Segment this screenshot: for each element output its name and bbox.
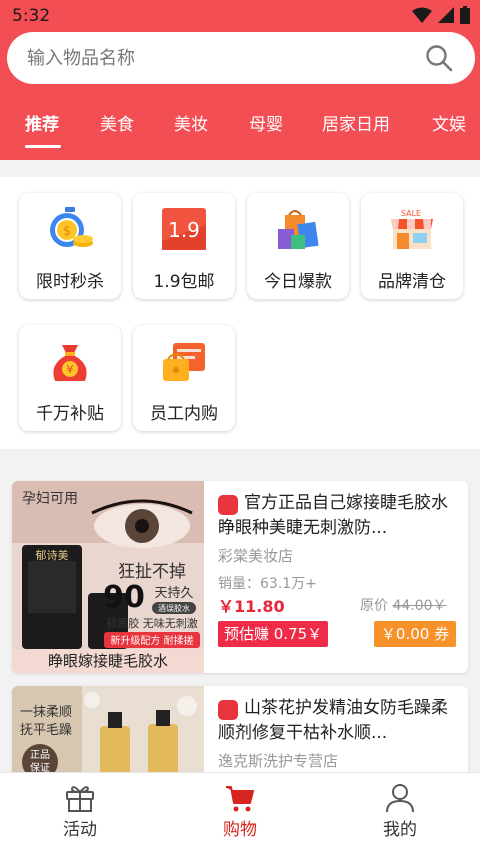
estimated-earn-badge: 预估赚 0.75￥ — [218, 621, 329, 647]
product-card[interactable]: 孕妇可用 郁诗美 狂扯不掉 90 天持久 酒误胶水 软黑胶 无味无刺激 新升级配… — [12, 481, 468, 673]
yuan-text: ¥ — [67, 363, 74, 376]
search-icon[interactable] — [425, 44, 453, 72]
image-pill-text: 酒误胶水 — [158, 603, 190, 613]
sales-count: 销量：63.1万+ — [218, 576, 317, 592]
category-grid: $ 限时秒杀 1.9 1.9包邮 今日爆款 SALE 品牌清仓 ¥ 千万补贴 员… — [0, 177, 480, 449]
original-price-label: 原价 — [360, 598, 388, 614]
cart-icon — [226, 786, 254, 812]
image-line2-text: 抚平毛躁 — [20, 723, 72, 738]
nav-label: 我的 — [383, 820, 417, 840]
category-employee-purchase[interactable]: 员工内购 — [133, 325, 235, 431]
original-price-value: 44.00￥ — [392, 598, 447, 614]
image-days-text: 天持久 — [154, 586, 193, 601]
wallet-icon — [163, 343, 205, 381]
tab-recommend[interactable]: 推荐 — [25, 110, 59, 135]
image-headline-text: 狂扯不掉 — [118, 562, 186, 582]
category-label: 今日爆款 — [264, 272, 332, 292]
user-icon — [386, 784, 414, 813]
nav-shopping[interactable]: 购物 — [160, 773, 320, 853]
category-label: 品牌清仓 — [378, 272, 446, 292]
category-label: 员工内购 — [150, 404, 218, 424]
shop-name[interactable]: 彩棠美妆店 — [218, 545, 293, 566]
category-subsidy[interactable]: ¥ 千万补贴 — [19, 325, 121, 431]
tab-beauty[interactable]: 美妆 — [174, 110, 208, 135]
product-image[interactable]: 孕妇可用 郁诗美 狂扯不掉 90 天持久 酒误胶水 软黑胶 无味无刺激 新升级配… — [12, 481, 204, 673]
bottle-brand-text: 郁诗美 — [36, 548, 69, 562]
product-title[interactable]: 官方正品自己嫁接睫毛胶水睁眼种美睫无刺激防... — [218, 491, 456, 541]
product-title[interactable]: 山茶花护发精油女防毛躁柔顺剂修复干枯补水顺... — [218, 696, 456, 746]
category-label: 限时秒杀 — [36, 272, 104, 292]
image-line1-text: 一抹柔顺 — [20, 705, 72, 720]
image-features-text: 软黑胶 无味无刺激 — [106, 616, 198, 630]
nav-label: 活动 — [63, 820, 97, 840]
nav-activity[interactable]: 活动 — [0, 773, 160, 853]
category-flash-sale[interactable]: $ 限时秒杀 — [19, 193, 121, 299]
money-bag-icon: ¥ — [53, 345, 87, 381]
search-bar[interactable] — [7, 32, 475, 84]
active-tab-indicator — [25, 145, 61, 148]
original-price: 原价 44.00￥ — [360, 595, 447, 615]
sale-store-icon: SALE — [391, 209, 433, 249]
nav-mine[interactable]: 我的 — [320, 773, 480, 853]
stopwatch-coin-icon: $ — [50, 207, 93, 247]
shop-name[interactable]: 逸克斯洗护专营店 — [218, 750, 338, 771]
category-brand-clearance[interactable]: SALE 品牌清仓 — [361, 193, 463, 299]
category-tabs: 推荐 美食 美妆 母婴 居家日用 文娱 — [0, 100, 480, 148]
image-bottom-text: 睁眼嫁接睫毛胶水 — [48, 652, 168, 670]
price-tag-text: 1.9 — [168, 218, 200, 242]
product-image-top-text: 孕妇可用 — [22, 490, 78, 507]
image-big-number: 90 — [103, 580, 145, 615]
category-label: 1.9包邮 — [153, 272, 215, 292]
tab-baby[interactable]: 母婴 — [249, 110, 283, 135]
bottom-nav: 活动 购物 我的 — [0, 772, 480, 853]
tab-entertainment[interactable]: 文娱 — [432, 110, 466, 135]
nav-label: 购物 — [223, 820, 257, 840]
image-formula-text: 新升级配方 耐揉搓 — [110, 634, 193, 647]
header: 5:32 推荐 美食 美妆 母婴 居家日用 文娱 — [0, 0, 480, 160]
gift-icon — [66, 786, 94, 812]
image-badge1-text: 正品 — [30, 749, 50, 761]
sale-text: SALE — [401, 209, 421, 218]
status-time: 5:32 — [12, 6, 51, 26]
price-tag-icon: 1.9 — [162, 208, 206, 250]
category-label: 千万补贴 — [36, 404, 104, 424]
status-bar: 5:32 — [0, 0, 480, 32]
signal-icon — [438, 7, 454, 23]
search-input[interactable] — [27, 32, 407, 84]
current-price: ￥11.80 — [218, 597, 285, 616]
coupon-badge[interactable]: ￥0.00 券 — [374, 621, 456, 647]
tab-food[interactable]: 美食 — [100, 110, 134, 135]
shopping-bags-icon — [278, 210, 319, 249]
category-free-shipping[interactable]: 1.9 1.9包邮 — [133, 193, 235, 299]
wifi-icon — [412, 7, 432, 23]
tab-household[interactable]: 居家日用 — [322, 110, 390, 135]
svg-text:$: $ — [63, 224, 71, 239]
status-icons — [412, 6, 470, 24]
category-hot-today[interactable]: 今日爆款 — [247, 193, 349, 299]
battery-icon — [460, 6, 470, 24]
